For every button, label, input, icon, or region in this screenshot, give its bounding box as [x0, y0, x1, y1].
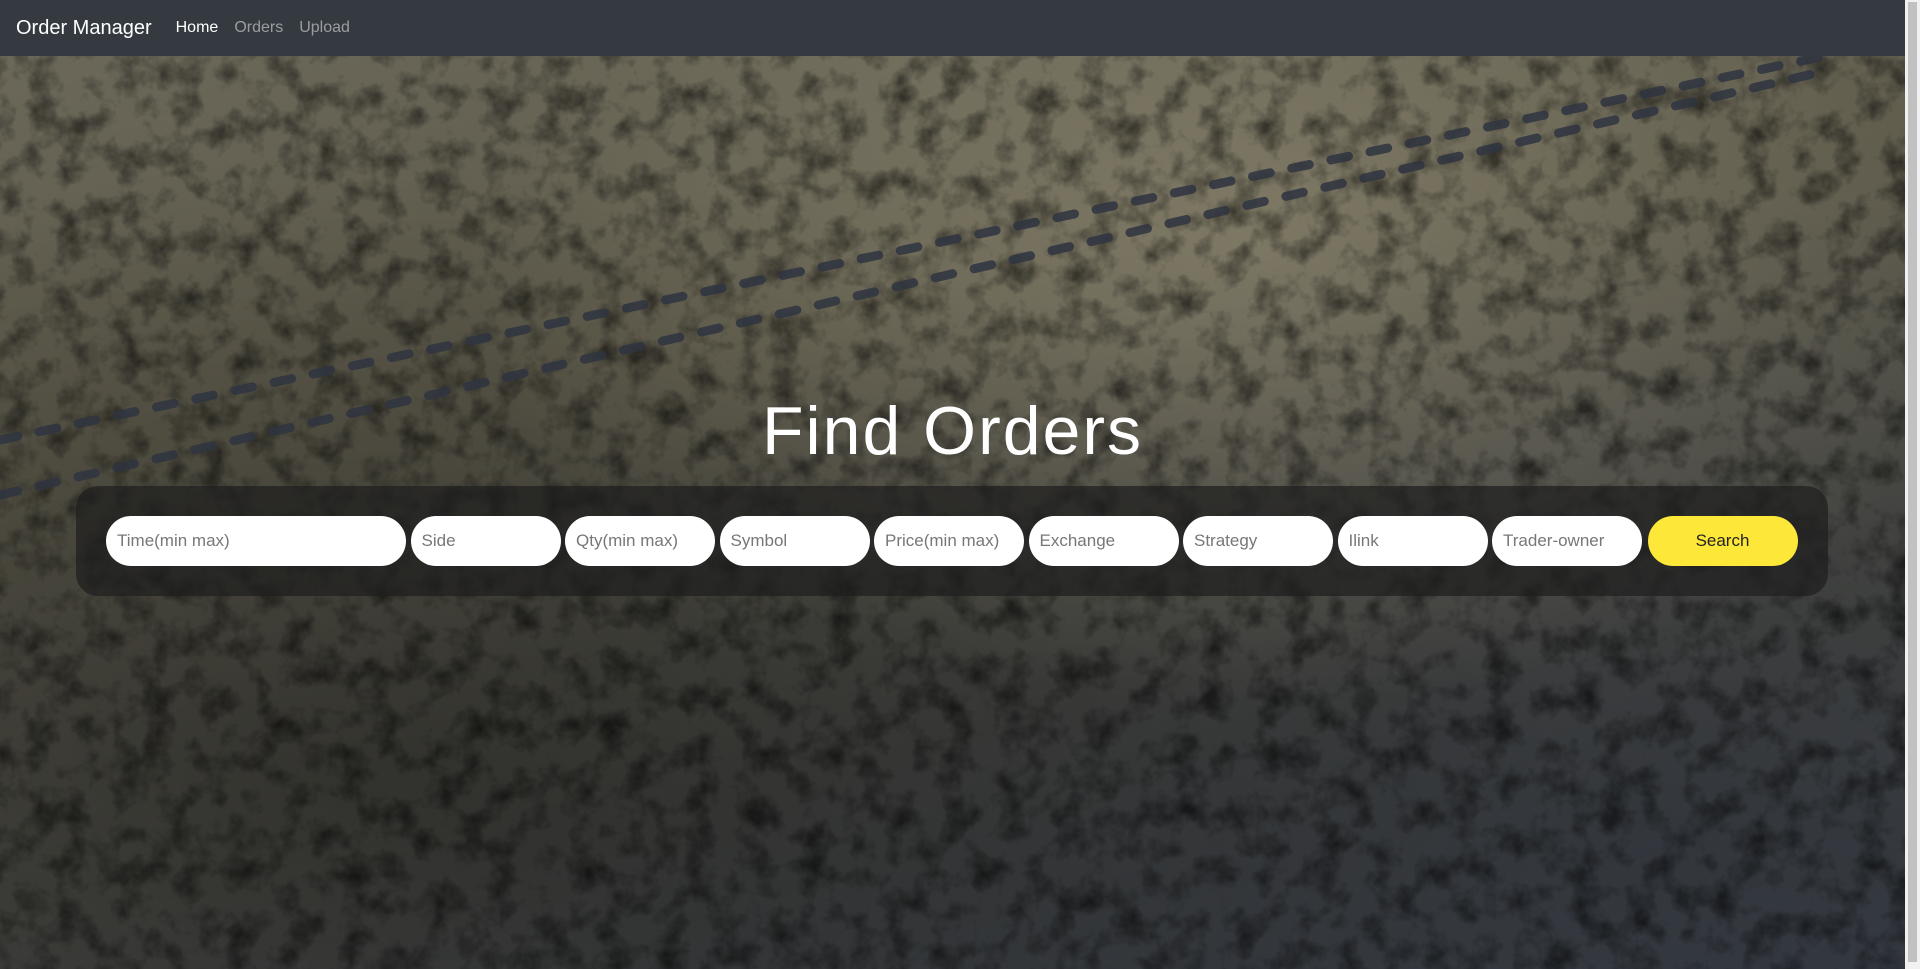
- price-range-input[interactable]: [874, 516, 1024, 566]
- nav-link-upload[interactable]: Upload: [299, 19, 350, 37]
- nav-link-home[interactable]: Home: [176, 19, 219, 37]
- page: Order Manager Home Orders Upload Find Or…: [0, 0, 1920, 969]
- leather-texture: [0, 0, 1920, 969]
- trader-owner-input[interactable]: [1492, 516, 1642, 566]
- exchange-input[interactable]: [1028, 516, 1179, 566]
- symbol-input[interactable]: [719, 516, 870, 566]
- scrollbar-thumb[interactable]: [1908, 2, 1917, 962]
- top-navbar: Order Manager Home Orders Upload: [0, 0, 1905, 56]
- brand-link[interactable]: Order Manager: [16, 17, 152, 40]
- strategy-input[interactable]: [1183, 516, 1333, 566]
- time-range-input[interactable]: [106, 516, 406, 566]
- search-panel: Search: [76, 486, 1828, 596]
- vertical-scrollbar[interactable]: [1905, 0, 1920, 969]
- ilink-input[interactable]: [1337, 516, 1488, 566]
- nav-link-orders[interactable]: Orders: [234, 19, 283, 37]
- search-button[interactable]: Search: [1647, 516, 1798, 566]
- page-title: Find Orders: [762, 393, 1143, 469]
- side-input[interactable]: [410, 516, 561, 566]
- qty-range-input[interactable]: [565, 516, 715, 566]
